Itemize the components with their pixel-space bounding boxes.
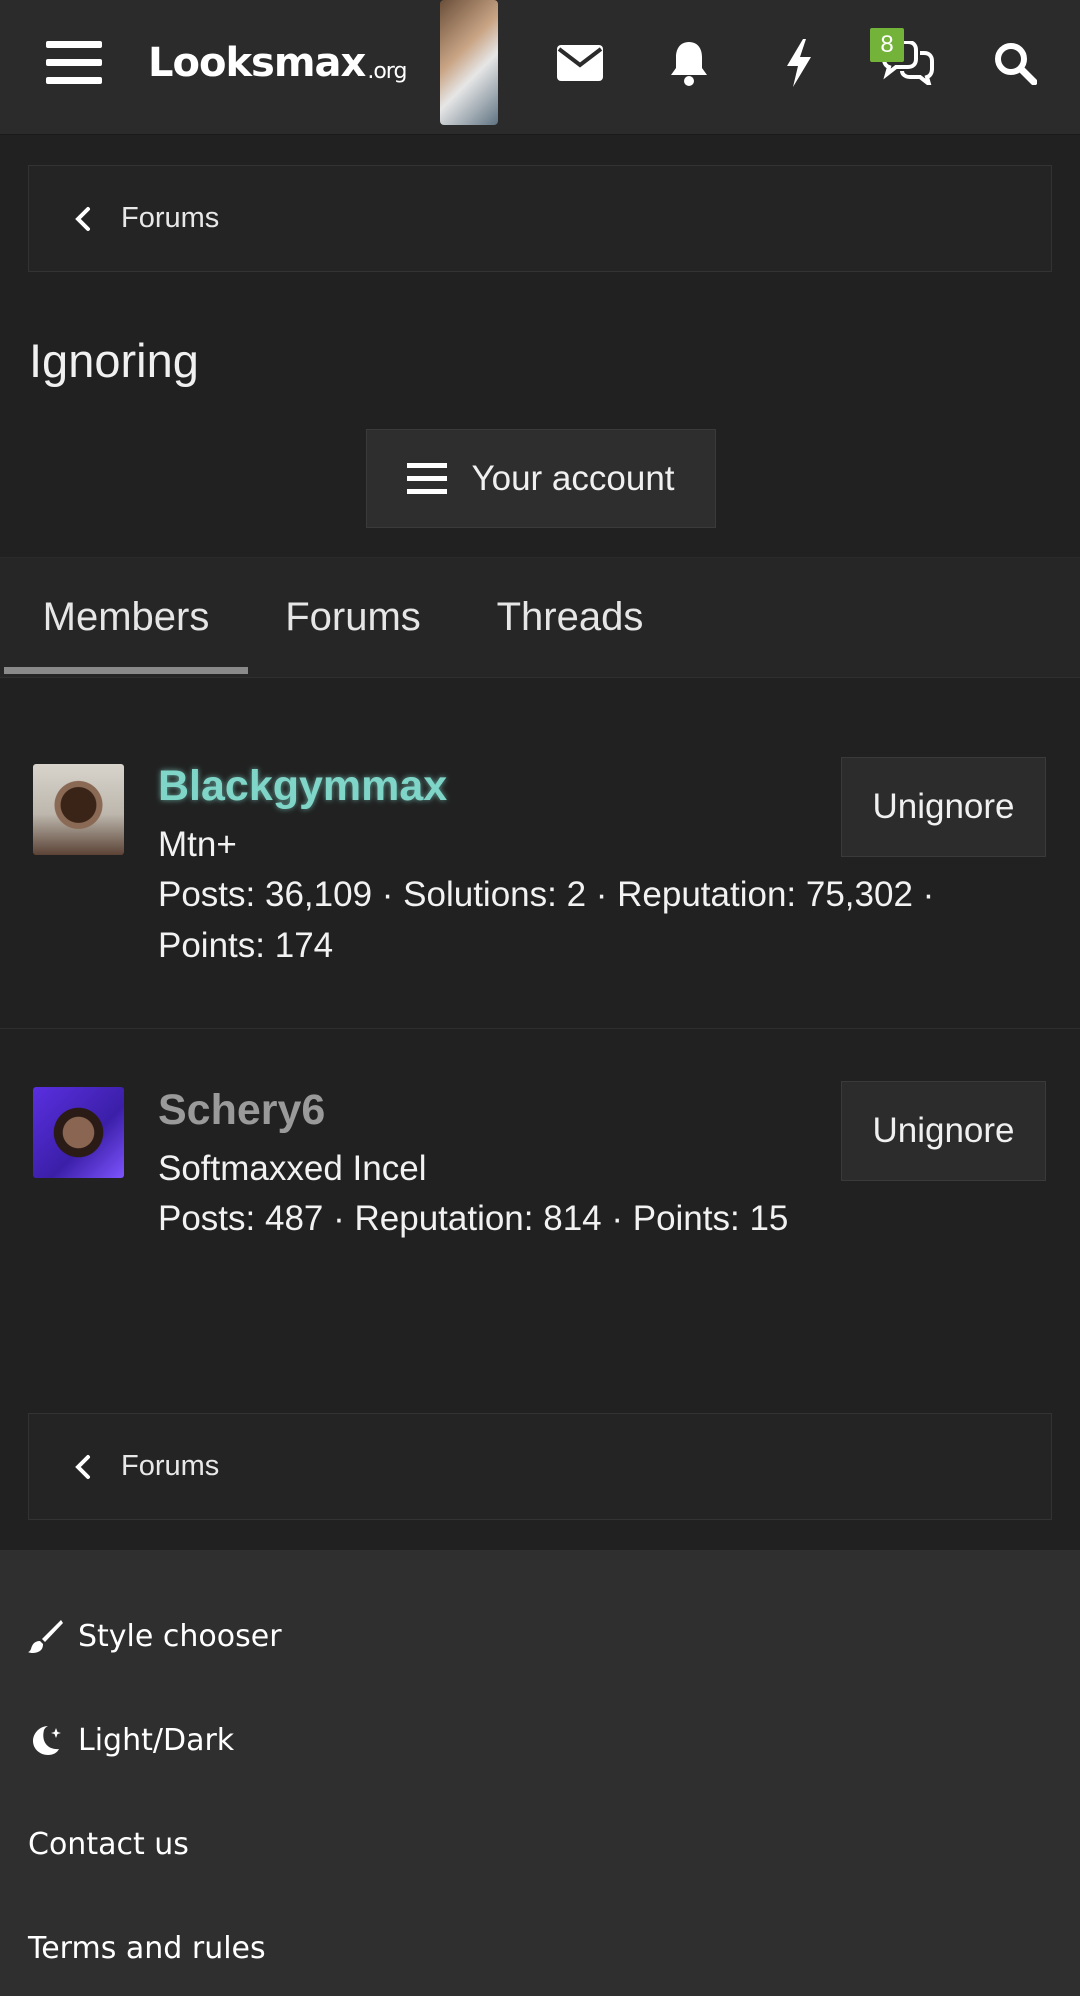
light-dark-label: Light/Dark [78, 1722, 235, 1758]
your-account-label: Your account [471, 458, 675, 498]
chevron-left-icon [73, 1454, 103, 1480]
member-stats-line: Points: 174 [158, 926, 334, 965]
contact-us-link[interactable]: Contact us [28, 1827, 189, 1862]
member-stats: Posts: 487 · Reputation: 814 · Points: 1… [158, 1193, 958, 1244]
paintbrush-icon [28, 1620, 63, 1654]
light-dark-toggle[interactable]: Light/Dark [28, 1722, 234, 1758]
page-title: Ignoring [29, 334, 199, 387]
row-divider [0, 1028, 1080, 1029]
member-stats-line: Posts: 487 · Reputation: 814 · Points: 1… [158, 1199, 789, 1238]
logo-suffix: .org [367, 59, 407, 84]
breadcrumb-bottom[interactable]: Forums [28, 1413, 1052, 1520]
chevron-left-icon [73, 206, 103, 232]
envelope-icon [557, 44, 603, 81]
ignore-tabs: Members Forums Threads [0, 557, 1080, 678]
terms-and-rules-label: Terms and rules [28, 1931, 266, 1966]
logo-text: Looksmax [148, 39, 366, 86]
search-icon [995, 42, 1037, 85]
contact-us-label: Contact us [28, 1827, 189, 1862]
hamburger-icon [46, 40, 102, 84]
member-name[interactable]: Schery6 [158, 1086, 325, 1135]
whats-new-button[interactable] [759, 0, 839, 125]
member-title: Mtn+ [158, 825, 237, 864]
member-avatar[interactable] [33, 1087, 124, 1178]
breadcrumb-label: Forums [121, 202, 220, 234]
menu-lines-icon [407, 462, 448, 494]
unignore-button[interactable]: Unignore [841, 757, 1046, 857]
tab-members-label: Members [42, 594, 210, 639]
conversations-badge: 8 [870, 28, 904, 62]
tab-threads[interactable]: Threads [470, 558, 670, 676]
alerts-button[interactable] [649, 0, 729, 125]
your-account-button[interactable]: Your account [366, 429, 716, 528]
member-title: Softmaxxed Incel [158, 1149, 427, 1188]
member-name[interactable]: Blackgymmax [158, 762, 447, 811]
member-stats: Posts: 36,109 · Solutions: 2 · Reputatio… [158, 869, 958, 971]
conversations-button[interactable] [867, 0, 947, 125]
lightning-icon [787, 38, 811, 87]
unignore-button[interactable]: Unignore [841, 1081, 1046, 1181]
style-chooser-label: Style chooser [78, 1618, 282, 1654]
top-navigation-bar: Looksmax .org 8 [0, 0, 1080, 135]
user-avatar[interactable] [440, 0, 498, 125]
tab-forums-label: Forums [285, 594, 421, 639]
moon-stars-icon [33, 1726, 61, 1755]
bell-icon [671, 41, 707, 86]
member-avatar[interactable] [33, 764, 124, 855]
footer: Style chooser Light/Dark Contact us Term… [0, 1550, 1080, 1996]
tab-threads-label: Threads [496, 594, 644, 639]
site-logo[interactable]: Looksmax .org [148, 0, 407, 125]
breadcrumb-top[interactable]: Forums [28, 165, 1052, 272]
terms-and-rules-link[interactable]: Terms and rules [28, 1931, 266, 1966]
menu-button[interactable] [38, 0, 110, 125]
breadcrumb-label: Forums [121, 1450, 220, 1482]
tab-members[interactable]: Members [4, 558, 248, 676]
inbox-button[interactable] [540, 0, 620, 125]
member-stats-line: Posts: 36,109 · Solutions: 2 · Reputatio… [158, 875, 935, 914]
search-button[interactable] [975, 0, 1055, 125]
style-chooser-link[interactable]: Style chooser [28, 1618, 282, 1654]
tab-forums[interactable]: Forums [263, 558, 443, 676]
